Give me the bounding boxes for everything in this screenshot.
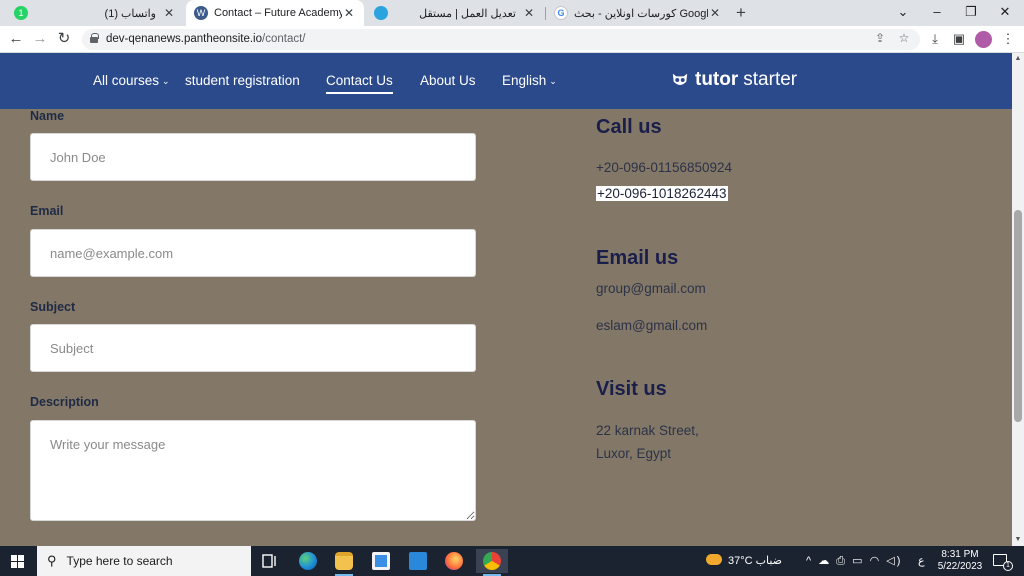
browser-toolbar: ← → ↻ dev-qenanews.pantheonsite.io/conta… — [0, 26, 1024, 53]
profile-avatar[interactable] — [975, 31, 992, 48]
google-favicon-icon: G — [554, 6, 568, 20]
address-line-2: Luxor, Egypt — [596, 446, 672, 461]
phone-number-1: +20-096-01156850924 — [596, 160, 733, 175]
share-icon[interactable]: ⇪ — [872, 31, 888, 45]
whatsapp-favicon-icon: 1 — [14, 6, 28, 20]
nav-language[interactable]: English ⌄ — [502, 73, 557, 88]
taskbar-search-box[interactable]: ⚲ Type here to search — [37, 546, 251, 576]
back-button[interactable]: ← — [6, 29, 26, 49]
reload-button[interactable]: ↻ — [54, 29, 74, 49]
brand-name-rest: starter — [743, 69, 798, 90]
url-text[interactable]: dev-qenanews.pantheonsite.io/contact/ — [106, 33, 305, 45]
microsoft-store-icon[interactable] — [365, 549, 397, 573]
lock-icon[interactable] — [90, 33, 99, 43]
tab-search-button[interactable]: ⌄ — [886, 0, 920, 26]
address-bar[interactable]: dev-qenanews.pantheonsite.io/contact/ ⇪ … — [82, 29, 920, 50]
description-field[interactable] — [30, 420, 476, 521]
nav-all-courses[interactable]: All courses ⌄ — [93, 73, 170, 88]
tab-contact-future-academy[interactable]: W Contact – Future Academy ✕ — [186, 0, 364, 26]
visit-us-heading: Visit us — [596, 378, 667, 400]
tab-title: كورسات اونلاين - بحث Google — [574, 7, 708, 20]
scroll-up-arrow-icon[interactable]: ▲ — [1012, 53, 1024, 65]
owl-logo-icon — [672, 73, 688, 85]
forward-button[interactable]: → — [30, 29, 50, 49]
email-us-heading: Email us — [596, 247, 679, 269]
mail-icon[interactable] — [402, 549, 434, 573]
tab-close-icon[interactable]: ✕ — [522, 6, 536, 20]
subject-label: Subject — [30, 300, 76, 314]
call-us-heading: Call us — [596, 116, 662, 138]
tab-title: (1) واتساب — [104, 7, 156, 20]
download-icon[interactable]: ⤓ — [926, 30, 944, 48]
input-language-indicator[interactable]: ع — [918, 546, 925, 576]
nav-all-courses-label: All courses — [93, 73, 160, 88]
chevron-down-icon: ⌄ — [162, 76, 170, 86]
tab-whatsapp[interactable]: 1 (1) واتساب ✕ — [6, 0, 184, 26]
weather-text: 37°C ضباب — [728, 555, 783, 567]
tab-close-icon[interactable]: ✕ — [162, 6, 176, 20]
email-field[interactable] — [30, 229, 476, 277]
description-label: Description — [30, 395, 99, 409]
nav-language-label: English — [502, 73, 547, 88]
name-field[interactable] — [30, 133, 476, 181]
clock-time: 8:31 PM — [941, 549, 979, 560]
brand-name-bold: tutor — [695, 69, 739, 90]
phone-number-2: +20-096-1018262443 — [596, 186, 728, 201]
bookmark-star-icon[interactable]: ☆ — [896, 31, 912, 45]
close-window-button[interactable]: ✕ — [988, 0, 1022, 26]
page-scrollbar[interactable]: ▲ ▼ — [1012, 53, 1024, 546]
name-label: Name — [30, 109, 65, 123]
url-host: dev-qenanews.pantheonsite.io — [106, 33, 263, 45]
nav-student-registration[interactable]: student registration — [185, 73, 300, 88]
browser-tab-strip: 1 (1) واتساب ✕ W Contact – Future Academ… — [0, 0, 1024, 26]
chevron-down-icon: ⌄ — [549, 76, 557, 86]
tab-close-icon[interactable]: ✕ — [708, 6, 722, 20]
email-label: Email — [30, 204, 64, 218]
side-panel-icon[interactable]: ▣ — [950, 30, 968, 48]
file-explorer-icon[interactable] — [328, 549, 360, 576]
restore-button[interactable]: ❐ — [954, 0, 988, 26]
windows-taskbar: ⚲ Type here to search 37°C ضباب ^ ☁ ⎙ ▭ … — [0, 546, 1024, 576]
weather-sun-icon — [706, 554, 722, 565]
new-tab-button[interactable]: + — [732, 3, 750, 23]
scroll-down-arrow-icon[interactable]: ▼ — [1012, 534, 1024, 546]
site-logo[interactable]: tutor starter — [671, 69, 797, 91]
browser-menu-icon[interactable]: ⋮ — [999, 30, 1017, 48]
tab-title: تعديل العمل | مستقل — [419, 7, 516, 20]
edge-browser-icon[interactable] — [292, 549, 324, 573]
email-address-2: eslam@gmail.com — [596, 318, 708, 333]
address-line-1: 22 karnak Street, — [596, 423, 699, 438]
chrome-icon[interactable] — [476, 549, 508, 576]
subject-field[interactable] — [30, 324, 476, 372]
weather-widget[interactable]: 37°C ضباب — [706, 546, 782, 576]
taskbar-clock[interactable]: 8:31 PM 5/22/2023 — [930, 549, 990, 573]
tab-mostaql[interactable]: تعديل العمل | مستقل ✕ — [366, 0, 544, 26]
mostaql-favicon-icon — [374, 6, 388, 20]
search-icon: ⚲ — [47, 553, 57, 568]
system-tray-icons[interactable]: ^ ☁ ⎙ ▭ ◠ ◁) — [806, 546, 902, 576]
clock-date: 5/22/2023 — [937, 561, 983, 572]
tab-close-icon[interactable]: ✕ — [342, 6, 356, 20]
firefox-icon[interactable] — [438, 549, 470, 573]
email-address-1: group@gmail.com — [596, 281, 706, 296]
site-header: All courses ⌄ student registration Contac… — [0, 53, 1012, 109]
nav-about-us[interactable]: About Us — [420, 73, 476, 88]
scrollbar-thumb[interactable] — [1014, 210, 1022, 422]
task-view-icon[interactable] — [254, 549, 286, 573]
notification-count-badge: 1 — [1003, 561, 1013, 571]
minimize-button[interactable]: – — [920, 0, 954, 26]
tab-google-search[interactable]: G كورسات اونلاين - بحث Google ✕ — [546, 0, 730, 26]
windows-start-icon[interactable] — [11, 555, 24, 568]
tab-title: Contact – Future Academy — [214, 7, 342, 19]
wordpress-favicon-icon: W — [194, 6, 208, 20]
url-path: /contact/ — [262, 33, 306, 45]
taskbar-search-placeholder: Type here to search — [66, 554, 173, 568]
nav-contact-us[interactable]: Contact Us — [326, 73, 393, 94]
